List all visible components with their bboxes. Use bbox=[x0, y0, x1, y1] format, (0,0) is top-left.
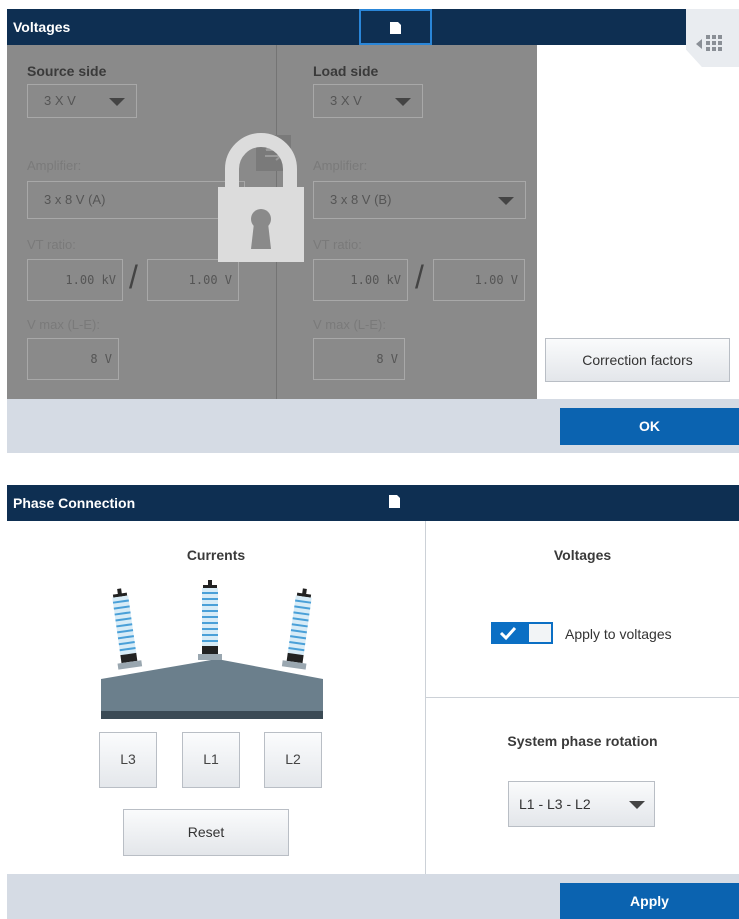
terminal-right-button[interactable]: L2 bbox=[264, 732, 322, 788]
currents-heading: Currents bbox=[186, 547, 246, 563]
apply-button[interactable]: Apply bbox=[560, 883, 739, 919]
load-side-heading: Load side bbox=[313, 63, 379, 79]
source-vt-slash: / bbox=[129, 259, 138, 295]
transformer-illustration bbox=[101, 580, 323, 743]
source-vmax-label: V max (L-E): bbox=[27, 317, 100, 332]
correction-factors-button[interactable]: Correction factors bbox=[545, 338, 730, 382]
load-vt-label: VT ratio: bbox=[313, 237, 362, 252]
rotation-value: L1 - L3 - L2 bbox=[519, 796, 591, 812]
phase-voltages-heading: Voltages bbox=[553, 547, 612, 563]
load-config-value: 3 X V bbox=[330, 93, 362, 108]
chevron-down-icon bbox=[109, 98, 125, 106]
terminal-center-button[interactable]: L1 bbox=[182, 732, 240, 788]
lock-icon bbox=[218, 133, 304, 262]
voltage-settings-area: Source side 3 X V Amplifier: 3 x 8 V (A)… bbox=[7, 45, 537, 399]
reset-button[interactable]: Reset bbox=[123, 809, 289, 856]
source-vmax-input[interactable]: 8 V bbox=[27, 338, 119, 380]
chevron-down-icon bbox=[395, 98, 411, 106]
load-vt-primary-input[interactable]: 1.00 kV bbox=[313, 259, 408, 301]
voltages-title: Voltages bbox=[13, 19, 71, 35]
source-side-heading: Source side bbox=[27, 63, 107, 79]
source-vt-primary-input[interactable]: 1.00 kV bbox=[27, 259, 123, 301]
apply-to-voltages-label: Apply to voltages bbox=[565, 626, 672, 642]
phase-title: Phase Connection bbox=[13, 495, 136, 511]
load-amplifier-select[interactable]: 3 x 8 V (B) bbox=[313, 181, 526, 219]
load-vmax-input[interactable]: 8 V bbox=[313, 338, 405, 380]
notebook-icon[interactable] bbox=[384, 491, 404, 515]
apply-to-voltages-toggle[interactable] bbox=[491, 622, 553, 644]
source-vt-secondary-input[interactable]: 1.00 V bbox=[147, 259, 239, 301]
phase-header: Phase Connection bbox=[7, 485, 739, 521]
checkmark-icon bbox=[499, 626, 517, 641]
collapse-panel-button[interactable] bbox=[686, 9, 739, 67]
source-amplifier-value: 3 x 8 V (A) bbox=[44, 192, 106, 207]
rotation-heading: System phase rotation bbox=[507, 733, 658, 749]
ok-button[interactable]: OK bbox=[560, 408, 739, 445]
source-vt-label: VT ratio: bbox=[27, 237, 76, 252]
chevron-down-icon bbox=[498, 197, 514, 205]
load-amplifier-value: 3 x 8 V (B) bbox=[330, 192, 392, 207]
load-vmax-label: V max (L-E): bbox=[313, 317, 386, 332]
voltages-notebook-button[interactable] bbox=[359, 9, 432, 45]
load-vt-slash: / bbox=[415, 259, 424, 295]
currents-section: Currents L3 L1 L2 Reset bbox=[7, 521, 425, 874]
terminal-left-button[interactable]: L3 bbox=[99, 732, 157, 788]
notebook-icon bbox=[390, 22, 401, 34]
source-config-value: 3 X V bbox=[44, 93, 76, 108]
source-amplifier-label: Amplifier: bbox=[27, 158, 82, 173]
voltages-divider bbox=[426, 697, 739, 698]
load-amplifier-label: Amplifier: bbox=[313, 158, 368, 173]
chevron-down-icon bbox=[629, 801, 645, 809]
collapse-panel-icon bbox=[696, 35, 722, 51]
load-vt-secondary-input[interactable]: 1.00 V bbox=[433, 259, 525, 301]
